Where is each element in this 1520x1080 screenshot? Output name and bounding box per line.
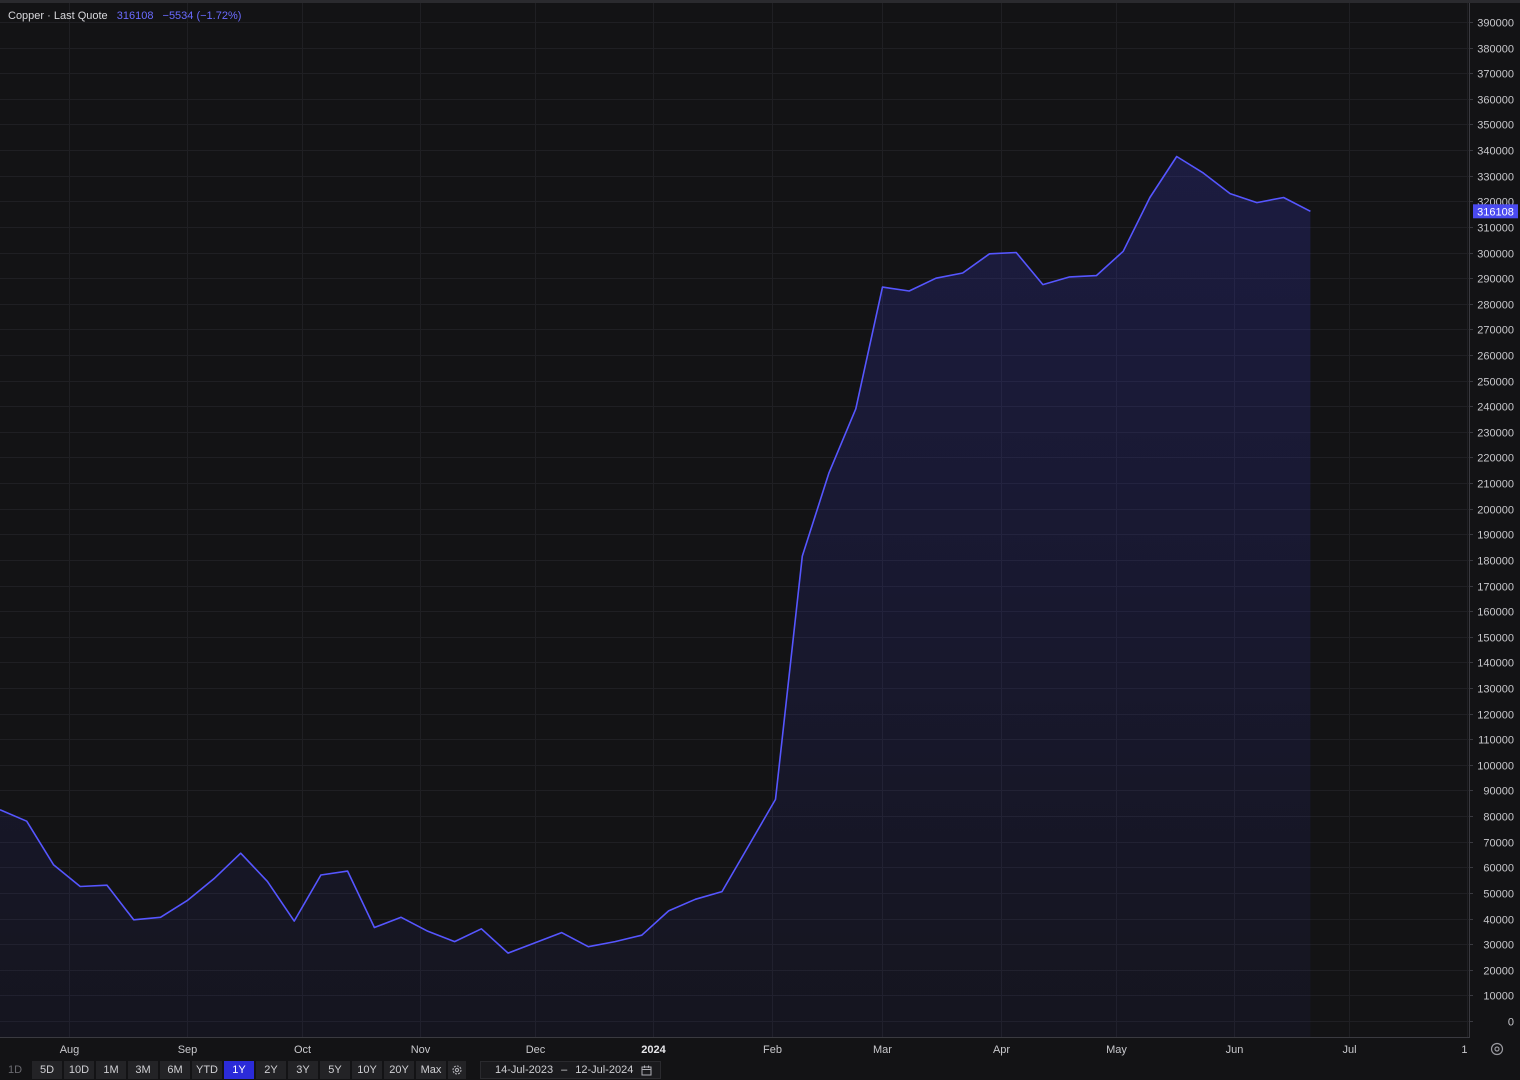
y-tick-label: 30000	[1483, 940, 1514, 952]
y-tick-label: 360000	[1477, 95, 1514, 107]
x-tick-label: Apr	[993, 1044, 1010, 1056]
instrument-name: Copper · Last Quote	[8, 10, 108, 22]
y-tick-label: 210000	[1477, 479, 1514, 491]
y-tick-label: 200000	[1477, 505, 1514, 517]
last-price-label: 316108	[1477, 206, 1514, 218]
y-tick-label: 220000	[1477, 453, 1514, 465]
range-button-group: 1D 5D 10D 1M 3M 6M YTD 1Y 2Y 3Y 5Y 10Y 20Y Max	[0, 1061, 446, 1079]
range-button-20y[interactable]: 20Y	[384, 1061, 414, 1079]
y-tick-label: 140000	[1477, 658, 1514, 670]
x-tick-label: Jul	[1342, 1044, 1356, 1056]
y-tick-label: 110000	[1478, 735, 1514, 747]
y-tick-label: 80000	[1483, 812, 1514, 824]
y-tick-label: 230000	[1477, 428, 1514, 440]
y-tick-label: 300000	[1477, 249, 1514, 261]
range-button-max[interactable]: Max	[416, 1061, 446, 1079]
y-tick-label: 90000	[1483, 786, 1514, 798]
y-tick-label: 240000	[1477, 402, 1514, 414]
x-tick-label: Feb	[763, 1044, 782, 1056]
x-tick-label: Oct	[294, 1044, 311, 1056]
y-tick-label: 260000	[1477, 351, 1514, 363]
x-tick-label: Jun	[1226, 1044, 1244, 1056]
y-tick-label: 390000	[1477, 18, 1514, 30]
range-button-6m[interactable]: 6M	[160, 1061, 190, 1079]
range-button-10y[interactable]: 10Y	[352, 1061, 382, 1079]
range-button-5y[interactable]: 5Y	[320, 1061, 350, 1079]
x-tick-label: May	[1106, 1044, 1127, 1056]
y-axis[interactable]: 0 10000 20000 30000 40000 50000 60000 70000 8000…	[1469, 18, 1514, 1029]
x-tick-label: Sep	[178, 1044, 198, 1056]
y-tick-label: 170000	[1477, 582, 1514, 594]
x-tick-label: 2024	[641, 1044, 666, 1056]
y-tick-label: 190000	[1477, 530, 1514, 542]
range-button-3y[interactable]: 3Y	[288, 1061, 318, 1079]
y-tick-label: 310000	[1477, 223, 1514, 235]
last-price-tag: 316108	[1473, 204, 1518, 219]
range-button-ytd[interactable]: YTD	[192, 1061, 222, 1079]
x-tick-label: Aug	[60, 1044, 80, 1056]
x-tick-label: Dec	[526, 1044, 546, 1056]
y-tick-label: 40000	[1483, 915, 1514, 927]
range-button-1m[interactable]: 1M	[96, 1061, 126, 1079]
y-tick-label: 370000	[1477, 69, 1514, 81]
range-button-3m[interactable]: 3M	[128, 1061, 158, 1079]
last-value: 316108	[116, 10, 154, 22]
y-tick-label: 290000	[1477, 274, 1514, 286]
y-tick-label: 20000	[1483, 966, 1514, 978]
y-tick-label: 160000	[1477, 607, 1514, 619]
range-button-10d[interactable]: 10D	[64, 1061, 94, 1079]
calendar-icon[interactable]	[641, 1065, 652, 1076]
y-tick-label: 380000	[1477, 44, 1514, 56]
y-tick-label: 280000	[1477, 300, 1514, 312]
y-tick-label: 250000	[1477, 377, 1514, 389]
x-axis[interactable]: Aug Sep Oct Nov Dec 2024 Feb Mar Apr May Jun Jul 1	[60, 1044, 1468, 1056]
y-tick-label: 50000	[1483, 889, 1514, 901]
y-tick-label: 270000	[1477, 325, 1514, 337]
y-tick-label: 180000	[1477, 556, 1514, 568]
date-range-end[interactable]: 12-Jul-2024	[575, 1064, 633, 1076]
y-tick-label: 70000	[1483, 838, 1514, 850]
y-tick-label: 0	[1508, 1017, 1514, 1029]
x-tick-label: Nov	[411, 1044, 431, 1056]
y-tick-label: 350000	[1477, 120, 1514, 132]
range-button-2y[interactable]: 2Y	[256, 1061, 286, 1079]
range-settings-button[interactable]	[448, 1061, 466, 1079]
date-range-picker[interactable]: 14-Jul-2023 – 12-Jul-2024	[480, 1061, 662, 1079]
y-tick-label: 120000	[1477, 710, 1514, 722]
y-tick-label: 150000	[1477, 633, 1514, 645]
range-button-1d[interactable]: 1D	[0, 1061, 30, 1079]
x-tick-label: 1	[1461, 1044, 1467, 1056]
range-button-5d[interactable]: 5D	[32, 1061, 62, 1079]
series-area	[0, 156, 1311, 1038]
chart-settings-icon[interactable]	[1489, 1041, 1505, 1057]
price-chart[interactable]: 0 10000 20000 30000 40000 50000 60000 70000 8000…	[0, 0, 1520, 1060]
y-tick-label: 340000	[1477, 146, 1514, 158]
range-toolbar: 1D 5D 10D 1M 3M 6M YTD 1Y 2Y 3Y 5Y 10Y 20Y Max 14-Jul…	[0, 1060, 1520, 1080]
change-value: −5534 (−1.72%)	[162, 10, 242, 22]
gear-icon	[452, 1065, 462, 1075]
range-button-1y[interactable]: 1Y	[224, 1061, 254, 1079]
date-range-separator: –	[561, 1064, 568, 1076]
y-tick-label: 130000	[1477, 684, 1514, 696]
y-tick-label: 60000	[1483, 863, 1514, 875]
y-tick-label: 330000	[1477, 172, 1514, 184]
y-tick-label: 100000	[1477, 761, 1514, 773]
y-tick-label: 10000	[1483, 991, 1514, 1003]
date-range-start[interactable]: 14-Jul-2023	[495, 1064, 553, 1076]
chart-legend: Copper · Last Quote 316108 −5534 (−1.72%…	[8, 10, 241, 22]
x-tick-label: Mar	[873, 1044, 892, 1056]
